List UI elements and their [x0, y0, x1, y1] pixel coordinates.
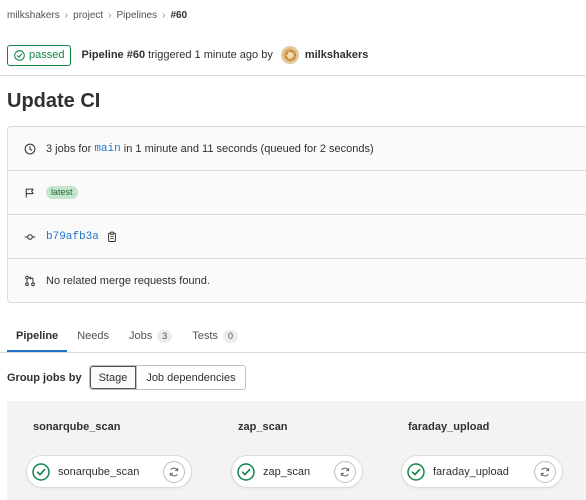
job-name: zap_scan — [263, 465, 311, 478]
tab-needs[interactable]: Needs — [77, 320, 109, 352]
jobs-prefix: 3 jobs for — [46, 142, 92, 155]
status-badge-label: passed — [29, 49, 65, 61]
breadcrumb: milkshakers › project › Pipelines › #60 — [7, 8, 187, 22]
job-name: faraday_upload — [433, 465, 509, 478]
merge-requests-text: No related merge requests found. — [46, 275, 210, 287]
stage-name: zap_scan — [238, 421, 288, 433]
stage-column: sonarqube_scan — [33, 421, 120, 433]
job-pill[interactable]: sonarqube_scan — [26, 455, 192, 488]
group-by-dependencies-button[interactable]: Job dependencies — [136, 366, 245, 389]
tab-label: Needs — [77, 330, 109, 342]
job-name: sonarqube_scan — [58, 465, 140, 478]
retry-button[interactable] — [163, 461, 185, 483]
merge-request-icon — [25, 275, 35, 287]
tab-tests[interactable]: Tests 0 — [192, 320, 238, 352]
jobs-count-badge: 3 — [157, 329, 173, 343]
branch-link[interactable]: main — [94, 143, 120, 155]
flag-icon — [25, 188, 34, 197]
breadcrumb-item-pipeline[interactable]: #60 — [170, 10, 187, 21]
group-by-toggle: Stage Job dependencies — [88, 365, 246, 390]
tabs-divider — [0, 352, 586, 353]
pipeline-graph: sonarqube_scan sonarqube_scan zap_scan z… — [7, 401, 586, 500]
breadcrumb-item-pipelines[interactable]: Pipelines — [117, 10, 158, 21]
pipeline-id: Pipeline #60 — [81, 49, 146, 61]
user-link[interactable]: milkshakers — [305, 49, 369, 61]
group-jobs-by: Group jobs by Stage Job dependencies — [7, 365, 246, 390]
tab-label: Pipeline — [16, 330, 59, 342]
tab-pipeline[interactable]: Pipeline — [7, 320, 68, 352]
commit-icon — [24, 233, 36, 240]
pipeline-tabs: Pipeline Needs Jobs 3 Tests 0 — [7, 320, 586, 352]
avatar[interactable] — [280, 46, 299, 64]
stage-name: faraday_upload — [408, 421, 490, 433]
merge-requests-row: No related merge requests found. — [8, 259, 586, 303]
jobs-duration: in 1 minute and 11 seconds (queued for 2… — [123, 142, 374, 155]
clock-icon — [24, 143, 36, 154]
stage-column: faraday_upload — [408, 421, 489, 433]
header-divider — [0, 75, 586, 76]
latest-badge: latest — [46, 186, 78, 199]
retry-button[interactable] — [534, 461, 556, 483]
retry-icon — [169, 467, 179, 477]
copy-icon[interactable] — [106, 231, 118, 243]
commit-row: b79afb3a — [8, 215, 586, 259]
status-success-icon — [407, 462, 425, 481]
tab-jobs[interactable]: Jobs 3 — [128, 320, 173, 352]
breadcrumb-item-project[interactable]: project — [73, 10, 103, 21]
tab-label: Tests — [192, 330, 218, 342]
chevron-right-icon: › — [162, 9, 166, 21]
page-title: Update CI — [7, 90, 101, 112]
retry-button[interactable] — [334, 461, 356, 483]
tests-count-badge: 0 — [222, 329, 238, 343]
stage-name: sonarqube_scan — [33, 421, 121, 433]
group-by-stage-button[interactable]: Stage — [89, 366, 137, 389]
status-success-icon — [14, 49, 25, 61]
status-success-icon — [32, 462, 50, 481]
status-success-icon — [237, 462, 255, 481]
tab-label: Jobs — [128, 330, 153, 342]
pipeline-info-box: 3 jobs for main in 1 minute and 11 secon… — [7, 126, 586, 303]
status-badge[interactable]: passed — [7, 44, 72, 66]
jobs-summary-row: 3 jobs for main in 1 minute and 11 secon… — [8, 127, 586, 171]
chevron-right-icon: › — [108, 9, 112, 21]
job-pill[interactable]: zap_scan — [231, 455, 363, 488]
job-pill[interactable]: faraday_upload — [401, 455, 563, 488]
retry-icon — [340, 467, 350, 477]
breadcrumb-item-group[interactable]: milkshakers — [7, 10, 60, 21]
pipeline-header: passed Pipeline #60 triggered 1 minute a… — [7, 44, 368, 66]
group-jobs-by-label: Group jobs by — [7, 371, 82, 384]
tags-row: latest — [8, 171, 586, 215]
retry-icon — [540, 467, 550, 477]
commit-sha-link[interactable]: b79afb3a — [46, 231, 99, 243]
chevron-right-icon: › — [64, 9, 69, 21]
triggered-text: triggered 1 minute ago by — [148, 49, 273, 61]
stage-column: zap_scan — [238, 421, 288, 433]
